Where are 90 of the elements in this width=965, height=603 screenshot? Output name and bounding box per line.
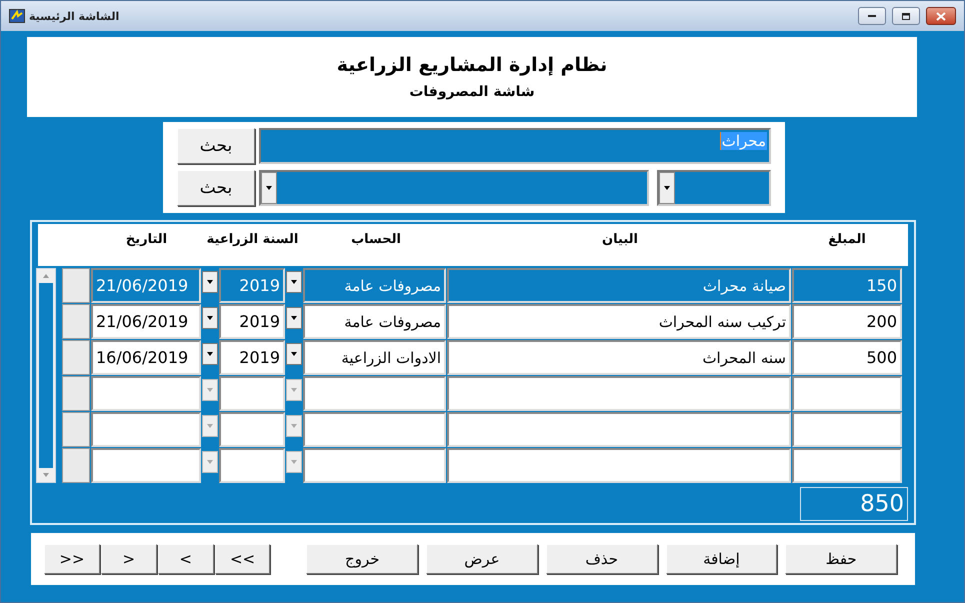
account-cell[interactable]: مصروفات عامة	[303, 268, 446, 303]
navigation-button[interactable]: >>	[44, 544, 100, 574]
caret-down-icon	[207, 388, 213, 392]
amount-cell[interactable]: 150	[792, 268, 902, 303]
column-header: التاريخ	[126, 232, 168, 247]
search-button[interactable]: بحث	[177, 170, 255, 206]
close-icon	[936, 12, 946, 20]
window-title: الشاشة الرئيسية	[29, 10, 120, 22]
scroll-down-button[interactable]	[37, 468, 55, 482]
amount-cell[interactable]: 200	[792, 304, 902, 339]
record-selector[interactable]	[62, 304, 90, 339]
amount-cell[interactable]: 500	[792, 340, 902, 375]
description-cell[interactable]: تركيب سنه المحراث	[447, 304, 791, 339]
year-cell[interactable]: 2019	[219, 340, 285, 375]
action-button[interactable]: حذف	[546, 544, 658, 574]
minimize-button[interactable]	[858, 7, 886, 25]
navigation-button[interactable]: <	[158, 544, 214, 574]
caret-down-icon	[207, 460, 213, 464]
record-selector[interactable]	[62, 448, 90, 483]
year-cell[interactable]	[219, 448, 285, 483]
caret-down-icon	[291, 424, 297, 428]
year-cell[interactable]	[219, 376, 285, 411]
caret-down-icon	[207, 352, 213, 356]
date-cell[interactable]	[91, 376, 201, 411]
record-selector[interactable]	[62, 412, 90, 447]
column-header: المبلغ	[828, 232, 866, 247]
date-cell[interactable]	[91, 448, 201, 483]
record-selector[interactable]	[62, 376, 90, 411]
action-button[interactable]: عرض	[426, 544, 538, 574]
caret-down-icon	[291, 460, 297, 464]
description-cell[interactable]: سنه المحراث	[447, 340, 791, 375]
caret-down-icon	[291, 316, 297, 320]
action-button[interactable]: حفظ	[785, 544, 897, 574]
caret-up-icon	[43, 274, 49, 278]
caret-down-icon	[207, 280, 213, 284]
maximize-icon	[902, 12, 910, 20]
account-cell[interactable]: الادوات الزراعية	[303, 340, 446, 375]
record-selector[interactable]	[62, 268, 90, 303]
dropdown-button[interactable]	[286, 307, 302, 329]
scrollbar[interactable]	[36, 268, 56, 483]
dropdown-button[interactable]	[202, 343, 218, 365]
app-icon	[9, 9, 25, 23]
date-cell[interactable]: 21/06/2019	[91, 268, 201, 303]
dropdown-button[interactable]	[286, 343, 302, 365]
system-title: نظام إدارة المشاريع الزراعية	[336, 54, 608, 76]
column-header: السنة الزراعية	[206, 232, 298, 247]
screen-subtitle: شاشة المصروفات	[409, 84, 535, 100]
account-cell[interactable]	[303, 412, 446, 447]
column-header: الحساب	[351, 232, 401, 247]
column-header: البيان	[602, 232, 638, 247]
description-cell[interactable]	[447, 412, 791, 447]
combo-field[interactable]	[657, 170, 771, 206]
caret-down-icon	[207, 424, 213, 428]
navigation-button[interactable]: >	[100, 544, 157, 574]
amount-cell[interactable]	[792, 448, 902, 483]
combo-field[interactable]	[259, 170, 649, 206]
dropdown-button[interactable]	[202, 307, 218, 329]
caret-down-icon	[664, 186, 670, 190]
maximize-button[interactable]	[892, 7, 920, 25]
amount-cell[interactable]	[792, 376, 902, 411]
description-cell[interactable]	[447, 448, 791, 483]
record-selector[interactable]	[62, 340, 90, 375]
date-cell[interactable]	[91, 412, 201, 447]
account-cell[interactable]	[303, 448, 446, 483]
search-button[interactable]: بحث	[177, 128, 255, 164]
date-cell[interactable]: 21/06/2019	[91, 304, 201, 339]
dropdown-button[interactable]	[286, 271, 302, 293]
dropdown-button[interactable]	[202, 271, 218, 293]
date-cell[interactable]: 16/06/2019	[91, 340, 201, 375]
description-cell[interactable]	[447, 376, 791, 411]
year-cell[interactable]: 2019	[219, 268, 285, 303]
minimize-icon	[868, 15, 876, 17]
caret-down-icon	[291, 280, 297, 284]
scroll-up-button[interactable]	[37, 269, 55, 283]
amount-cell[interactable]	[792, 412, 902, 447]
total-field: 850	[800, 487, 908, 521]
year-cell[interactable]: 2019	[219, 304, 285, 339]
close-button[interactable]	[926, 7, 956, 25]
caret-down-icon	[291, 388, 297, 392]
action-button[interactable]: إضافة	[666, 544, 778, 574]
year-cell[interactable]	[219, 412, 285, 447]
caret-down-icon	[43, 473, 49, 477]
action-button[interactable]: خروج	[306, 544, 418, 574]
account-cell[interactable]: مصروفات عامة	[303, 304, 446, 339]
account-cell[interactable]	[303, 376, 446, 411]
caret-down-icon	[291, 352, 297, 356]
description-cell[interactable]: صيانة محراث	[447, 268, 791, 303]
navigation-button[interactable]: <<	[214, 544, 270, 574]
caret-down-icon	[266, 186, 272, 190]
caret-down-icon	[207, 316, 213, 320]
